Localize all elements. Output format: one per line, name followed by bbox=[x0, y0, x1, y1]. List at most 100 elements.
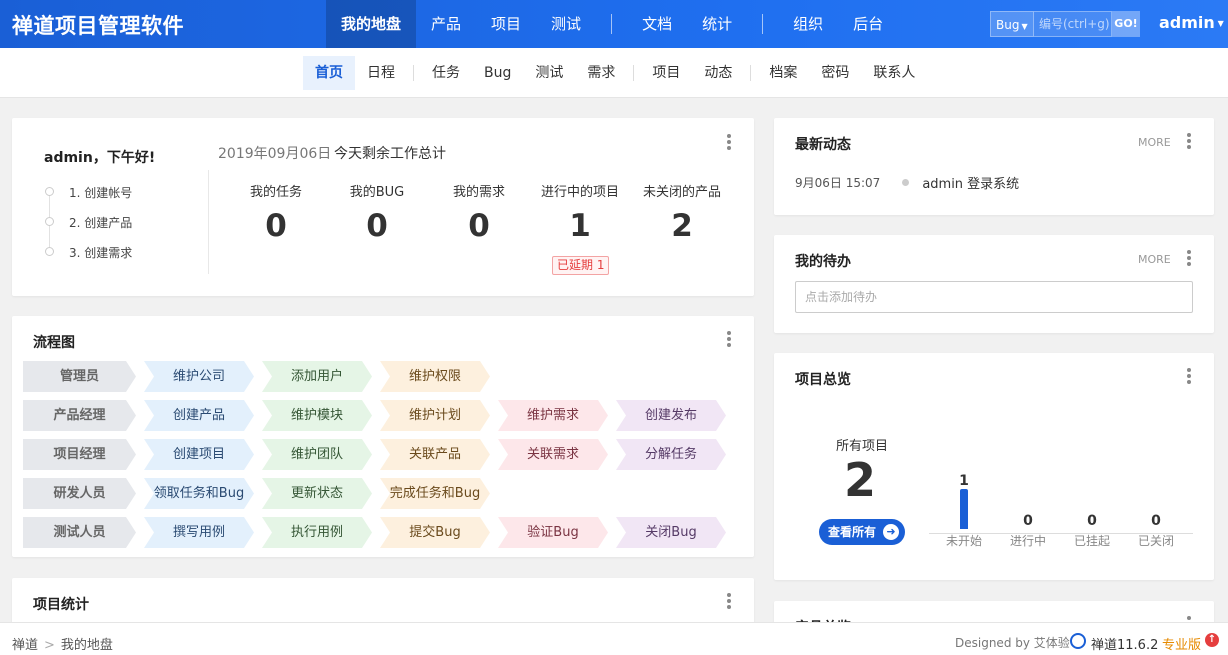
flowchart-step[interactable]: 执行用例 bbox=[262, 517, 372, 548]
search-input[interactable] bbox=[1034, 11, 1112, 37]
subnav-profile[interactable]: 档案 bbox=[757, 56, 809, 90]
flowchart-role: 测试人员 bbox=[23, 517, 136, 548]
flowchart-step[interactable]: 关联产品 bbox=[380, 439, 490, 470]
stat-my-bugs[interactable]: 我的BUG 0 bbox=[326, 181, 428, 244]
step-circle-icon bbox=[45, 217, 54, 226]
subnav-story[interactable]: 需求 bbox=[575, 56, 627, 90]
more-link[interactable]: MORE bbox=[1138, 253, 1171, 266]
flowchart-row: 项目经理 创建项目 维护团队 关联产品 关联需求 分解任务 bbox=[23, 439, 734, 470]
subnav-divider bbox=[633, 65, 635, 81]
flowchart-step[interactable]: 创建项目 bbox=[144, 439, 254, 470]
version-text[interactable]: 禅道11.6.2 bbox=[1091, 634, 1158, 653]
subnav-task[interactable]: 任务 bbox=[420, 56, 472, 90]
flowchart-step[interactable]: 撰写用例 bbox=[144, 517, 254, 548]
subnav-bug[interactable]: Bug bbox=[472, 56, 523, 90]
flowchart-step[interactable]: 完成任务和Bug bbox=[380, 478, 490, 509]
footer-bar: 禅道 > 我的地盘 Designed by 艾体验 禅道11.6.2 专业版 ↑ bbox=[0, 622, 1228, 655]
subnav-test[interactable]: 测试 bbox=[523, 56, 575, 90]
subnav-home[interactable]: 首页 bbox=[303, 56, 355, 90]
chevron-down-icon: ▼ bbox=[1214, 19, 1224, 28]
search-go-button[interactable]: GO! bbox=[1112, 11, 1140, 37]
brand-title[interactable]: 禅道项目管理软件 bbox=[12, 10, 184, 40]
edition-text[interactable]: 专业版 bbox=[1162, 634, 1201, 653]
step-circle-icon bbox=[45, 247, 54, 256]
flowchart-step[interactable]: 维护计划 bbox=[380, 400, 490, 431]
breadcrumb-root[interactable]: 禅道 bbox=[12, 638, 38, 653]
flowchart-step[interactable]: 领取任务和Bug bbox=[144, 478, 254, 509]
sub-nav: 首页 日程 任务 Bug 测试 需求 项目 动态 档案 密码 联系人 bbox=[303, 56, 927, 90]
more-options-icon[interactable] bbox=[1187, 250, 1191, 266]
status-label: 已挂起 bbox=[1073, 534, 1110, 548]
tutorial-step[interactable]: 2. 创建产品 bbox=[45, 214, 132, 244]
flowchart-step[interactable]: 维护公司 bbox=[144, 361, 254, 392]
tutorial-step[interactable]: 1. 创建帐号 bbox=[45, 184, 132, 214]
flowchart-step[interactable]: 维护模块 bbox=[262, 400, 372, 431]
flowchart-step[interactable]: 关联需求 bbox=[498, 439, 608, 470]
user-menu[interactable]: admin ▼ bbox=[1159, 13, 1224, 32]
more-options-icon[interactable] bbox=[727, 331, 731, 347]
nav-project[interactable]: 项目 bbox=[476, 0, 536, 48]
flowchart-step[interactable]: 维护需求 bbox=[498, 400, 608, 431]
upgrade-icon[interactable]: ↑ bbox=[1205, 633, 1219, 647]
subnav-dynamic[interactable]: 动态 bbox=[692, 56, 744, 90]
more-options-icon[interactable] bbox=[727, 593, 731, 609]
stat-open-products[interactable]: 未关闭的产品 2 bbox=[631, 181, 733, 244]
step-circle-icon bbox=[45, 187, 54, 196]
more-link[interactable]: MORE bbox=[1138, 136, 1171, 149]
sub-navbar: 首页 日程 任务 Bug 测试 需求 项目 动态 档案 密码 联系人 bbox=[0, 48, 1228, 98]
stat-value: 0 bbox=[366, 208, 388, 244]
flowchart-grid: 管理员 维护公司 添加用户 维护权限 产品经理 创建产品 维护模块 维护计划 维护需求 创建发布项… bbox=[23, 361, 734, 556]
add-todo-input[interactable] bbox=[795, 281, 1193, 313]
status-bar: 0 已挂起 bbox=[1072, 513, 1112, 549]
subnav-calendar[interactable]: 日程 bbox=[355, 56, 407, 90]
my-todo-panel: 我的待办 MORE bbox=[774, 235, 1214, 333]
nav-company[interactable]: 组织 bbox=[778, 0, 838, 48]
flowchart-step[interactable]: 维护团队 bbox=[262, 439, 372, 470]
flowchart-step[interactable]: 关闭Bug bbox=[616, 517, 726, 548]
breadcrumb-current[interactable]: 我的地盘 bbox=[61, 638, 113, 653]
status-label: 未开始 bbox=[945, 534, 982, 548]
panel-title: 项目总览 bbox=[795, 372, 851, 388]
breadcrumb-separator: > bbox=[44, 638, 55, 653]
nav-product[interactable]: 产品 bbox=[416, 0, 476, 48]
all-projects-label: 所有项目 bbox=[836, 439, 889, 454]
nav-my-dashboard[interactable]: 我的地盘 bbox=[326, 0, 417, 48]
more-options-icon[interactable] bbox=[1187, 133, 1191, 149]
stat-active-projects[interactable]: 进行中的项目 1 bbox=[529, 181, 631, 244]
bullet-icon bbox=[902, 179, 910, 186]
flowchart-step[interactable]: 验证Bug bbox=[498, 517, 608, 548]
all-projects-count: 2 bbox=[843, 453, 876, 507]
nav-admin[interactable]: 后台 bbox=[838, 0, 898, 48]
flowchart-row: 测试人员 撰写用例 执行用例 提交Bug 验证Bug 关闭Bug bbox=[23, 517, 734, 548]
tutorial-step[interactable]: 3. 创建需求 bbox=[45, 244, 132, 274]
panel-title: 我的待办 bbox=[795, 254, 851, 270]
nav-divider bbox=[762, 14, 764, 34]
flowchart-step[interactable]: 创建产品 bbox=[144, 400, 254, 431]
stat-my-stories[interactable]: 我的需求 0 bbox=[428, 181, 530, 244]
flowchart-step[interactable]: 分解任务 bbox=[616, 439, 726, 470]
flowchart-step[interactable]: 提交Bug bbox=[380, 517, 490, 548]
flowchart-step[interactable]: 更新状态 bbox=[262, 478, 372, 509]
nav-doc[interactable]: 文档 bbox=[627, 0, 687, 48]
subnav-project[interactable]: 项目 bbox=[640, 56, 692, 90]
search-type-select[interactable]: Bug ▼ bbox=[990, 11, 1034, 37]
nav-report[interactable]: 统计 bbox=[687, 0, 747, 48]
view-all-button[interactable]: 查看所有 ➜ bbox=[819, 519, 905, 545]
flowchart-panel: 流程图 管理员 维护公司 添加用户 维护权限 产品经理 创建产品 维护模块 维护计划 维护需求创… bbox=[12, 316, 754, 557]
activity-item[interactable]: 9月06日 15:07 admin 登录系统 bbox=[795, 173, 1019, 192]
flowchart-step[interactable]: 维护权限 bbox=[380, 361, 490, 392]
designed-by-text[interactable]: Designed by 艾体验 bbox=[955, 634, 1070, 651]
activity-text: admin 登录系统 bbox=[922, 177, 1020, 192]
subnav-contacts[interactable]: 联系人 bbox=[861, 56, 927, 90]
delayed-badge[interactable]: 已延期 1 bbox=[552, 256, 610, 275]
flowchart-step[interactable]: 添加用户 bbox=[262, 361, 372, 392]
flowchart-step[interactable]: 创建发布 bbox=[616, 400, 726, 431]
more-options-icon[interactable] bbox=[1187, 368, 1191, 384]
stat-my-tasks[interactable]: 我的任务 0 bbox=[225, 181, 327, 244]
status-label: 进行中 bbox=[1009, 534, 1046, 548]
subnav-password[interactable]: 密码 bbox=[809, 56, 861, 90]
nav-test[interactable]: 测试 bbox=[536, 0, 596, 48]
latest-activity-panel: 最新动态 MORE 9月06日 15:07 admin 登录系统 bbox=[774, 118, 1214, 215]
more-options-icon[interactable] bbox=[727, 134, 731, 150]
panel-title: 最新动态 bbox=[795, 137, 851, 153]
